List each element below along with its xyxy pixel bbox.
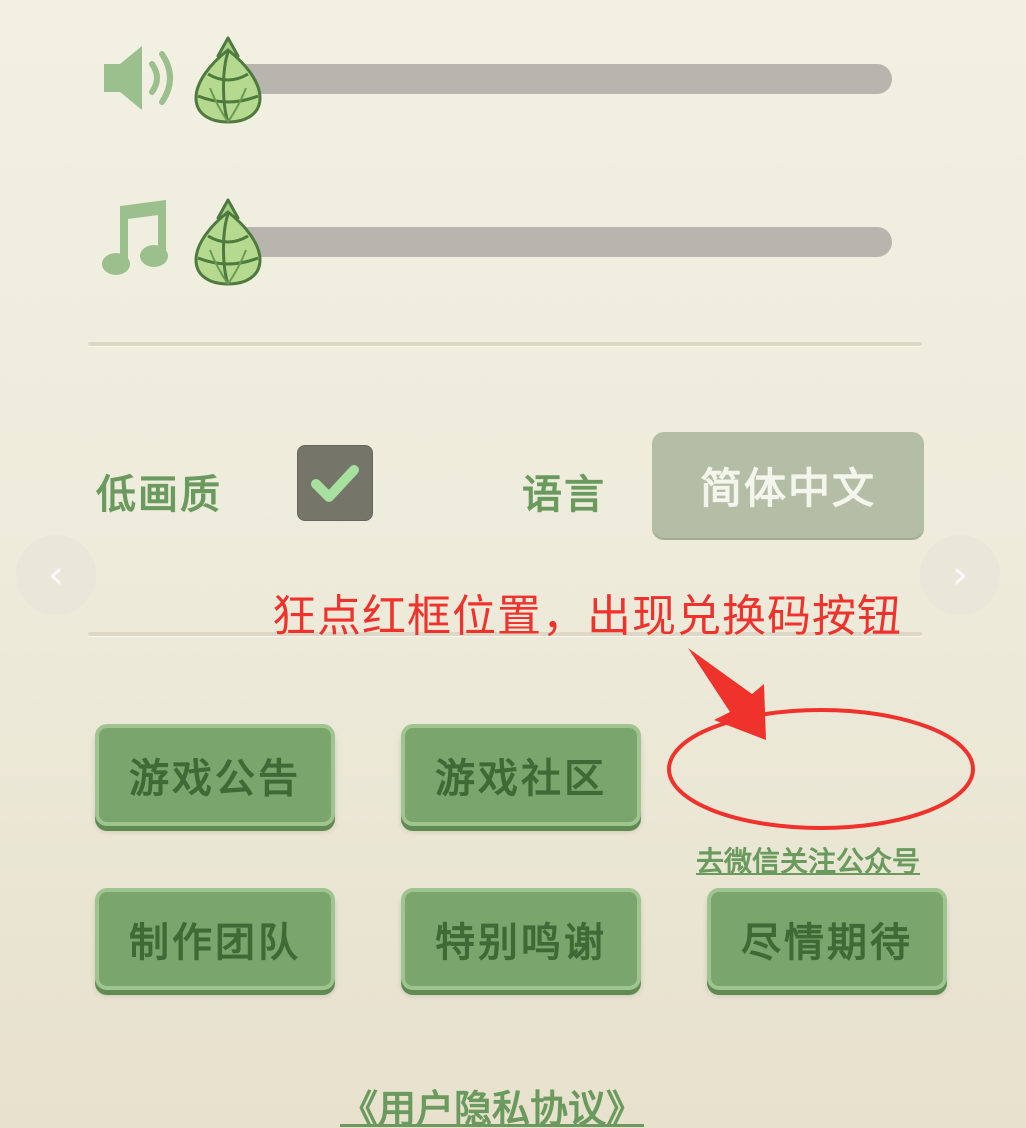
music-volume-slider[interactable] <box>232 227 892 257</box>
previous-page-button[interactable]: ‹ <box>16 535 96 615</box>
checkmark-icon <box>311 465 359 502</box>
sound-volume-slider[interactable] <box>232 64 892 94</box>
speaker-icon <box>104 46 173 110</box>
hidden-redeem-area[interactable] <box>700 726 940 812</box>
chevron-right-icon: › <box>952 552 968 598</box>
hop-cone-icon[interactable] <box>188 196 268 288</box>
stay-tuned-button[interactable]: 尽情期待 <box>707 888 947 990</box>
annotation-text: 狂点红框位置，出现兑换码按钮 <box>272 591 902 642</box>
next-page-button[interactable]: › <box>920 535 1000 615</box>
wechat-follow-link[interactable]: 去微信关注公众号 <box>696 840 920 880</box>
music-note-icon <box>102 200 168 275</box>
game-community-button[interactable]: 游戏社区 <box>401 724 641 826</box>
hop-cone-icon[interactable] <box>188 34 268 126</box>
language-selector-button[interactable]: 简体中文 <box>652 432 924 538</box>
divider <box>88 342 922 346</box>
low-quality-checkbox[interactable] <box>297 445 373 521</box>
chevron-left-icon: ‹ <box>48 552 64 598</box>
low-quality-label: 低画质 <box>96 472 222 518</box>
language-label: 语言 <box>522 472 606 518</box>
game-notice-button[interactable]: 游戏公告 <box>95 724 335 826</box>
production-team-button[interactable]: 制作团队 <box>95 888 335 990</box>
special-thanks-button[interactable]: 特别鸣谢 <box>401 888 641 990</box>
privacy-policy-link[interactable]: 《用户隐私协议》 <box>340 1078 644 1128</box>
